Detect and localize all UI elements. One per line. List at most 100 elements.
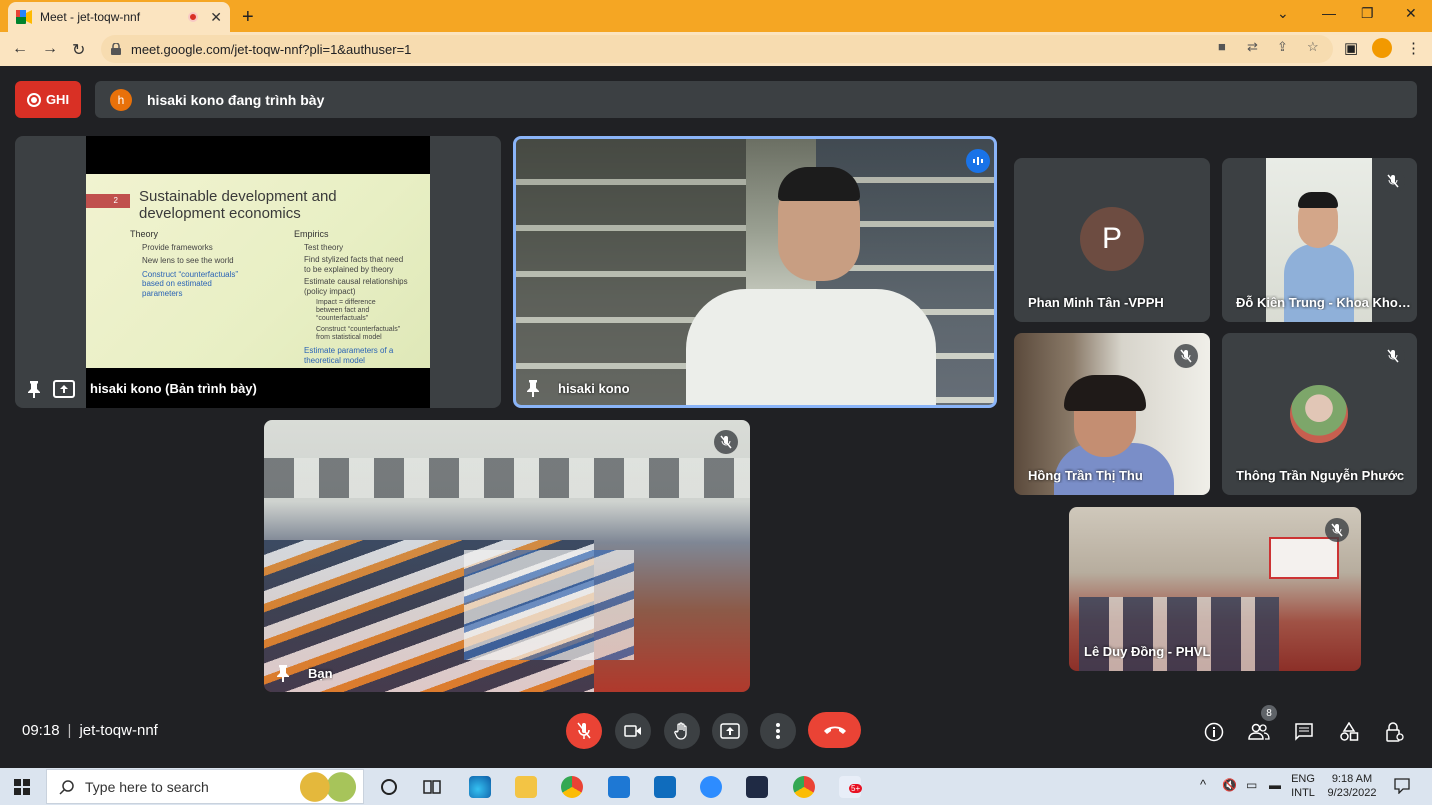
slide-number: 2 (86, 194, 130, 208)
reload-icon[interactable]: ↻ (72, 40, 85, 60)
participant-tile[interactable]: P Phan Minh Tân -VPPH (1014, 158, 1210, 322)
conference-tables (464, 550, 634, 660)
task-view-icon[interactable] (423, 778, 441, 796)
browser-menu-icon[interactable]: ⋮ (1406, 39, 1421, 57)
url-bar[interactable]: meet.google.com/jet-toqw-nnf?pli=1&authu… (101, 35, 1333, 63)
hang-up-icon (823, 726, 846, 734)
pin-icon[interactable] (276, 664, 290, 682)
raise-hand-button[interactable] (664, 713, 700, 749)
profile-avatar[interactable] (1372, 38, 1392, 58)
search-icon (59, 779, 74, 795)
mic-toggle-button[interactable] (566, 713, 602, 749)
browser-tab-bar: Meet - jet-toqw-nnf ✕ + ⌄ — ❐ ✕ (0, 0, 1432, 32)
speaker-video-tile[interactable]: hisaki kono (513, 136, 997, 408)
pin-icon[interactable] (526, 379, 540, 397)
slide-bullet: Find stylized facts that need (304, 255, 404, 264)
more-vert-icon (776, 723, 780, 739)
url-text: meet.google.com/jet-toqw-nnf?pli=1&authu… (131, 41, 412, 57)
meeting-info-button[interactable] (1202, 720, 1226, 744)
tab-search-icon[interactable]: ⌄ (1277, 5, 1289, 22)
slide-left-column: Theory Provide frameworks New lens to se… (130, 229, 280, 298)
slide-bullet-blue: based on estimated (142, 279, 212, 288)
participant-shirt (1284, 244, 1354, 322)
slide-bullet: Test theory (304, 242, 344, 252)
file-explorer-icon[interactable] (515, 776, 537, 798)
chrome-icon[interactable] (561, 776, 583, 798)
slide-bullet-blue: theoretical model (304, 355, 365, 365)
minimize-button[interactable]: — (1322, 5, 1336, 21)
video-camera-icon (624, 725, 641, 737)
slide-title-line-2: development economics (139, 205, 301, 222)
slide-sub-bullet: from statistical model (316, 334, 382, 341)
network-icon[interactable]: ▭ (1246, 778, 1257, 792)
tab-close-button[interactable]: ✕ (210, 9, 222, 26)
app-icon[interactable] (654, 776, 676, 798)
windows-taskbar: Type here to search 5+ ^ 🔇 ▭ ▬ ENG INTL … (0, 768, 1432, 805)
search-highlight-image (295, 772, 361, 802)
mic-off-icon (1381, 169, 1405, 193)
zalo-icon[interactable]: 5+ (839, 776, 863, 798)
mail-icon[interactable] (608, 776, 630, 798)
presentation-tile[interactable]: 2 Sustainable development and developmen… (15, 136, 501, 408)
slide-title: Sustainable development and development … (139, 188, 337, 222)
back-icon[interactable]: ← (12, 40, 28, 58)
host-controls-button[interactable] (1382, 720, 1406, 744)
participant-name: Phan Minh Tân -VPPH (1028, 295, 1164, 310)
side-panel-icon[interactable]: ▣ (1344, 39, 1358, 57)
present-now-button[interactable] (712, 713, 748, 749)
participant-tile[interactable]: Lê Duy Đồng - PHVL (1069, 507, 1361, 671)
slide-content: 2 Sustainable development and developmen… (86, 174, 430, 368)
browser-tab[interactable]: Meet - jet-toqw-nnf ✕ (8, 2, 230, 32)
present-screen-icon[interactable] (53, 380, 75, 398)
zoom-icon[interactable] (700, 776, 722, 798)
people-button[interactable] (1247, 720, 1271, 744)
audience-backs (1079, 597, 1279, 671)
battery-icon[interactable]: ▬ (1269, 778, 1281, 792)
maximize-button[interactable]: ❐ (1361, 5, 1374, 22)
hand-icon (674, 722, 687, 740)
participant-tile[interactable]: Thông Trần Nguyễn Phước (1222, 333, 1417, 495)
address-toolbar: ← → ↻ meet.google.com/jet-toqw-nnf?pli=1… (0, 32, 1432, 66)
chrome-profile-icon[interactable] (793, 776, 815, 798)
leave-call-button[interactable] (808, 712, 861, 748)
slide-right-column: Empirics Test theory Find stylized facts… (294, 229, 428, 365)
taskbar-search-box[interactable]: Type here to search (46, 769, 364, 804)
input-language[interactable]: ENG INTL (1288, 772, 1318, 800)
self-tile-name: Bạn (308, 666, 333, 681)
recording-button[interactable]: GHI (15, 81, 81, 118)
camera-in-use-icon[interactable]: ■ (1218, 39, 1226, 54)
slide-sub-bullet: Construct “counterfactuals” (316, 326, 401, 333)
more-options-button[interactable] (760, 713, 796, 749)
record-icon (26, 92, 41, 107)
new-tab-button[interactable]: + (242, 6, 254, 29)
participant-hair (1298, 192, 1338, 208)
activities-button[interactable] (1337, 720, 1361, 744)
slide-bullet: to be explained by theory (304, 264, 394, 274)
meeting-details: 09:18 | jet-toqw-nnf (22, 722, 158, 739)
bookmark-star-icon[interactable]: ☆ (1307, 39, 1319, 55)
share-icon[interactable]: ⇪ (1277, 39, 1288, 55)
lock-person-icon (1386, 722, 1404, 742)
tray-chevron-icon[interactable]: ^ (1200, 778, 1206, 792)
slide-sub-bullet: Impact = difference (316, 299, 376, 306)
participant-tile[interactable]: Hồng Trần Thị Thu (1014, 333, 1210, 495)
windows-start-icon[interactable] (14, 779, 30, 795)
forward-icon[interactable]: → (42, 40, 58, 58)
translate-icon[interactable]: ⇄ (1247, 39, 1258, 55)
edge-icon[interactable] (469, 776, 491, 798)
cortana-icon[interactable] (380, 778, 398, 796)
pin-icon[interactable] (27, 380, 41, 398)
volume-muted-icon[interactable]: 🔇 (1222, 778, 1237, 792)
self-video-tile[interactable]: Bạn (264, 420, 750, 692)
system-clock[interactable]: 9:18 AM 9/23/2022 (1322, 772, 1382, 800)
notification-center-icon[interactable] (1394, 778, 1410, 794)
close-window-button[interactable]: ✕ (1405, 5, 1417, 22)
shapes-icon (1340, 722, 1359, 741)
chat-button[interactable] (1292, 720, 1316, 744)
participant-tile[interactable]: Đỗ Kiên Trung - Khoa Khoa học... (1222, 158, 1417, 322)
separator: | (67, 722, 72, 739)
speaker-tile-name: hisaki kono (558, 381, 630, 396)
mic-off-icon (1174, 344, 1198, 368)
webex-icon[interactable] (746, 776, 768, 798)
camera-toggle-button[interactable] (615, 713, 651, 749)
